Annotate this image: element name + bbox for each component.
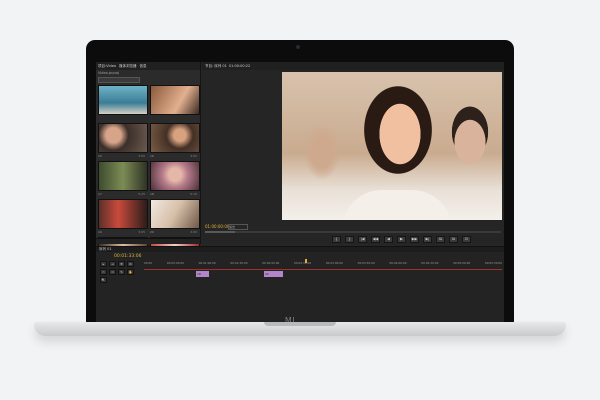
clip-item[interactable]: 16 3:05 — [150, 123, 200, 158]
ruler-tick: 00:02:00:00 — [262, 261, 280, 265]
clip-thumbnail[interactable] — [150, 85, 200, 115]
clip-thumbnail[interactable] — [150, 161, 200, 191]
play-button[interactable]: ▶ — [397, 236, 406, 243]
clip-item[interactable] — [98, 85, 148, 120]
clip-item[interactable]: 19 3:05 — [98, 199, 148, 234]
hand-tool-icon[interactable]: ✋ — [127, 269, 134, 275]
export-frame-button[interactable]: ⊡ — [462, 236, 471, 243]
tab-project[interactable]: 项目:Video — [98, 64, 116, 69]
clip-thumbnail[interactable] — [98, 161, 148, 191]
ruler-tick: 00:00:30:00 — [166, 261, 184, 265]
clip-thumbnail[interactable] — [98, 123, 148, 153]
project-search-input[interactable] — [98, 77, 140, 83]
laptop-screen: 项目:Video 媒体浏览器 信息 Video.prproj 15 3:05 16… — [96, 62, 504, 324]
timeline-timecode[interactable]: 00:01:33:06 — [114, 254, 141, 259]
ruler-tick: 00:03:00:00 — [325, 261, 343, 265]
go-to-in-button[interactable]: |◀ — [358, 236, 367, 243]
tab-info[interactable]: 信息 — [140, 64, 147, 69]
ruler-tick: 00:01:30:00 — [230, 261, 248, 265]
clip-item[interactable]: 20 3:05 — [150, 199, 200, 234]
video-frame[interactable] — [282, 72, 502, 220]
video-subject-shirt — [342, 190, 452, 220]
monitor-tabs: 节目: 序列 01 01:00:00:22 — [202, 62, 504, 70]
clip-thumbnail[interactable] — [150, 123, 200, 153]
slip-tool-icon[interactable]: ⇔ — [109, 269, 116, 275]
monitor-scrub-bar[interactable] — [205, 231, 501, 233]
project-panel: 项目:Video 媒体浏览器 信息 Video.prproj 15 3:05 16… — [96, 62, 201, 272]
clip-thumbnail[interactable] — [98, 85, 148, 115]
ruler-tick: 00:05:30:00 — [484, 261, 502, 265]
timeline-panel: 序列 01 00:01:33:06 ▸ ⇥ ✥ ⧉ ✂ ⇔ ✎ ✋ 🔍 00:0… — [96, 246, 504, 324]
laptop-base — [34, 322, 566, 336]
tab-program[interactable]: 节目: 序列 01 — [205, 64, 227, 69]
timeline-clip[interactable]: 22 — [264, 271, 283, 277]
monitor-timecode[interactable]: 01:00:00:00 — [205, 224, 229, 229]
work-area-bar — [144, 269, 502, 270]
clip-item[interactable] — [150, 85, 200, 120]
playhead[interactable] — [305, 259, 307, 263]
ruler-tick: 00:02:30:00 — [294, 261, 312, 265]
laptop-lid: 项目:Video 媒体浏览器 信息 Video.prproj 15 3:05 16… — [86, 40, 514, 330]
project-footer-toolbar — [96, 238, 200, 244]
rolling-edit-tool-icon[interactable]: ⧉ — [127, 261, 134, 267]
fit-dropdown[interactable]: 适合 — [228, 224, 248, 230]
project-tabs: 项目:Video 媒体浏览器 信息 — [96, 62, 200, 70]
rewind-button[interactable]: ◀◀ — [371, 236, 380, 243]
ripple-edit-tool-icon[interactable]: ✥ — [118, 261, 125, 267]
ruler-tick: 00:04:30:00 — [421, 261, 439, 265]
ruler-tick: 00:04:00:00 — [389, 261, 407, 265]
lift-button[interactable]: ⧉ — [436, 236, 445, 243]
program-monitor: 节目: 序列 01 01:00:00:22 01:00:00:00 适合 { }… — [202, 62, 504, 244]
ruler-tick: 00:05:00:00 — [453, 261, 471, 265]
clip-item[interactable]: 17 5:25 — [98, 161, 148, 196]
transport-controls: { } |◀ ◀◀ ◀ ▶ ▶▶ ▶| ⧉ ⧉ ⊡ — [332, 236, 471, 243]
track-select-tool-icon[interactable]: ⇥ — [109, 261, 116, 267]
tab-media-browser[interactable]: 媒体浏览器 — [119, 64, 137, 69]
clip-thumbnail[interactable] — [150, 199, 200, 229]
razor-tool-icon[interactable]: ✂ — [100, 269, 107, 275]
scrub-progress — [205, 231, 235, 233]
extract-button[interactable]: ⧉ — [449, 236, 458, 243]
timeline-clip[interactable]: 18 — [196, 271, 209, 277]
timeline-ruler[interactable]: 00:00 00:00:30:00 00:01:00:00 00:01:30:0… — [144, 261, 502, 267]
timeline-tools: ▸ ⇥ ✥ ⧉ ✂ ⇔ ✎ ✋ 🔍 — [100, 261, 140, 283]
fast-forward-button[interactable]: ▶▶ — [410, 236, 419, 243]
ruler-tick: 00:01:00:00 — [198, 261, 216, 265]
clip-item[interactable]: 15 3:05 — [98, 123, 148, 158]
step-back-button[interactable]: ◀ — [384, 236, 393, 243]
lid-notch — [264, 322, 336, 326]
clip-thumbnail[interactable] — [98, 199, 148, 229]
mark-out-button[interactable]: } — [345, 236, 354, 243]
pen-tool-icon[interactable]: ✎ — [118, 269, 125, 275]
monitor-duration: 01:00:00:22 — [228, 64, 251, 68]
ruler-tick: 00:00 — [144, 261, 153, 265]
ruler-tick: 00:03:30:00 — [357, 261, 375, 265]
mark-in-button[interactable]: { — [332, 236, 341, 243]
tab-sequence[interactable]: 序列 01 — [96, 247, 504, 252]
webcam-icon — [296, 45, 300, 49]
zoom-tool-icon[interactable]: 🔍 — [100, 277, 107, 283]
selection-tool-icon[interactable]: ▸ — [100, 261, 107, 267]
project-name: Video.prproj — [98, 71, 120, 75]
go-to-out-button[interactable]: ▶| — [423, 236, 432, 243]
clip-item[interactable]: 18 5:10 — [150, 161, 200, 196]
